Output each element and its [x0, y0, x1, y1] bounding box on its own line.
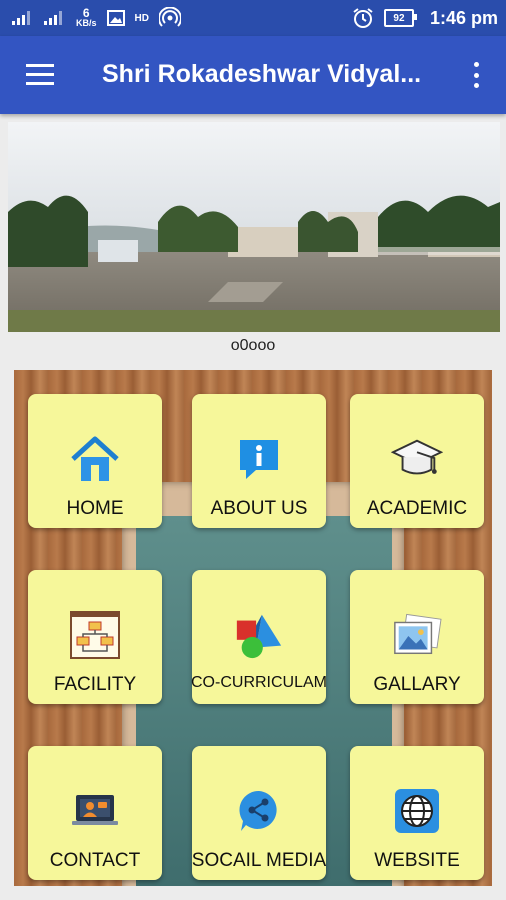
academic-label: ACADEMIC: [366, 498, 468, 519]
facility-label: FACILITY: [53, 674, 137, 695]
network-type: HD: [134, 12, 149, 24]
shapes-icon: [233, 610, 285, 660]
website-tile[interactable]: WEBSITE: [350, 746, 484, 880]
battery-icon: 92: [383, 9, 417, 27]
socail-media-tile[interactable]: SOCAIL MEDIA: [192, 746, 326, 880]
about-us-tile[interactable]: ABOUT US: [192, 394, 326, 528]
globe-icon: [391, 786, 443, 836]
hotspot-icon: [158, 7, 181, 27]
slider-page-indicator: o0ooo: [230, 337, 276, 354]
menu-panel: HOME ABOUT US ACADEMIC FACILITY CO-CURRI…: [14, 370, 492, 886]
co-curriculam-label: CO-CURRICULAM: [191, 674, 327, 691]
signal-1-icon: [12, 11, 34, 25]
home-icon: [69, 434, 121, 484]
about-us-label: ABOUT US: [210, 498, 308, 519]
app-bar: Shri Rokadeshwar Vidyal...: [0, 36, 506, 114]
net-speed: 6 KB/s: [76, 6, 97, 28]
academic-tile[interactable]: ACADEMIC: [350, 394, 484, 528]
info-icon: [233, 434, 285, 484]
website-label: WEBSITE: [374, 850, 460, 871]
alarm-icon: [353, 8, 373, 28]
socail-media-label: SOCAIL MEDIA: [191, 850, 327, 871]
photos-icon: [391, 610, 443, 660]
clock: 1:46 pm: [429, 7, 498, 28]
overflow-menu-icon[interactable]: [472, 62, 480, 88]
video-call-icon: [69, 786, 121, 836]
status-bar: 6 KB/s HD 92 1:46 pm: [0, 0, 506, 36]
flowchart-icon: [69, 610, 121, 660]
image-notification-icon: [106, 10, 125, 26]
gallary-label: GALLARY: [373, 674, 461, 695]
signal-2-icon: [44, 11, 66, 25]
home-label: HOME: [66, 498, 124, 519]
facility-tile[interactable]: FACILITY: [28, 570, 162, 704]
share-icon: [233, 786, 285, 836]
contact-label: CONTACT: [49, 850, 141, 871]
banner-slider-image[interactable]: [8, 122, 500, 332]
contact-tile[interactable]: CONTACT: [28, 746, 162, 880]
graduation-cap-icon: [391, 434, 443, 484]
home-tile[interactable]: HOME: [28, 394, 162, 528]
app-title: Shri Rokadeshwar Vidyal...: [102, 60, 422, 88]
hamburger-menu-icon[interactable]: [26, 64, 54, 86]
co-curriculam-tile[interactable]: CO-CURRICULAM: [191, 570, 327, 704]
gallary-tile[interactable]: GALLARY: [350, 570, 484, 704]
